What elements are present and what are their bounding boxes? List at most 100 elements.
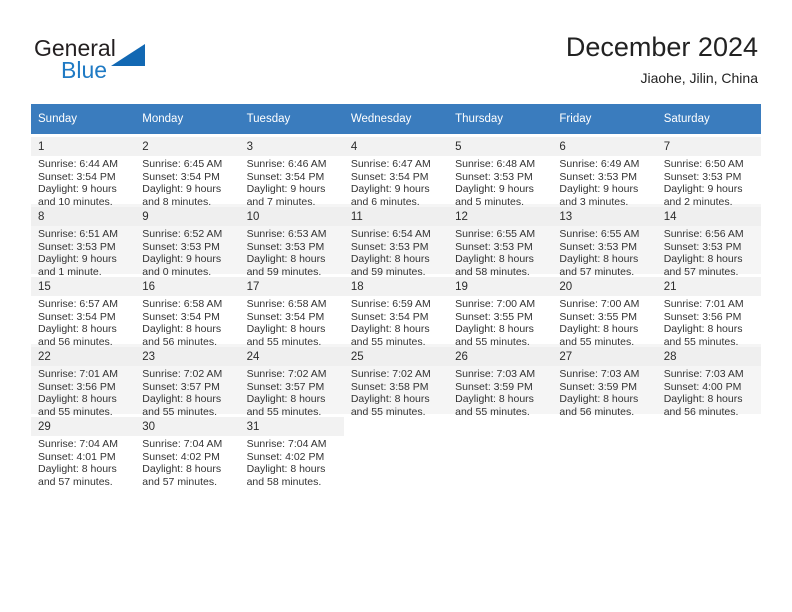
calendar-day-cell[interactable]: 13 Sunrise: 6:55 AM Sunset: 3:53 PM Dayligh… [552,204,657,278]
calendar-day-cell[interactable]: 26 Sunrise: 7:03 AM Sunset: 3:59 PM Dayligh… [448,344,553,418]
day-number: 22 [31,347,136,366]
calendar-day-cell[interactable]: 20 Sunrise: 7:00 AM Sunset: 3:55 PM Dayligh… [552,274,657,348]
day-number: 26 [448,347,553,366]
day-cell-content: 25 Sunrise: 7:02 AM Sunset: 3:58 PM Dayligh… [343,344,449,418]
day-daylight-text: and 58 minutes. [246,475,322,488]
day-cell-content: 9 Sunrise: 6:52 AM Sunset: 3:53 PM Daylight… [135,204,240,278]
day-sunrise-text: Sunrise: 6:48 AM [455,158,536,170]
calendar-day-cell[interactable]: 5 Sunrise: 6:48 AM Sunset: 3:53 PM Daylight… [448,134,553,208]
calendar-day-cell[interactable]: 1 Sunrise: 6:44 AM Sunset: 3:54 PM Daylight… [31,134,136,208]
calendar-day-cell[interactable]: 19 Sunrise: 7:00 AM Sunset: 3:55 PM Dayligh… [448,274,553,348]
day-number: 8 [31,207,136,226]
day-sunset-text: Sunset: 3:57 PM [142,380,220,393]
day-cell-content: 18 Sunrise: 6:59 AM Sunset: 3:54 PM Dayligh… [343,274,449,348]
day-cell-content: 28 Sunrise: 7:03 AM Sunset: 4:00 PM Dayligh… [656,344,761,418]
day-cell-content [448,414,552,484]
calendar-day-cell[interactable]: 31 Sunrise: 7:04 AM Sunset: 4:02 PM Dayligh… [239,414,344,488]
day-sunset-text: Sunset: 3:53 PM [38,240,116,253]
calendar-day-cell[interactable]: 29 Sunrise: 7:04 AM Sunset: 4:01 PM Dayligh… [31,414,136,488]
day-number: 3 [239,137,344,156]
day-daylight-text: Daylight: 9 hours [246,183,326,196]
calendar-day-cell[interactable]: 14 Sunrise: 6:56 AM Sunset: 3:53 PM Dayligh… [656,204,761,278]
day-sunrise-text: Sunrise: 7:03 AM [663,368,744,380]
calendar-day-cell[interactable]: 3 Sunrise: 6:46 AM Sunset: 3:54 PM Daylight… [239,134,344,208]
page-header: General Blue December 2024 Jiaohe, Jilin… [0,0,792,104]
calendar-day-cell[interactable]: 21 Sunrise: 7:01 AM Sunset: 3:56 PM Dayligh… [656,274,761,348]
day-number: 9 [135,207,240,226]
day-cell-content: 31 Sunrise: 7:04 AM Sunset: 4:02 PM Dayligh… [239,414,344,488]
calendar-week-row: 15 Sunrise: 6:57 AM Sunset: 3:54 PM Dayligh… [31,274,761,348]
day-sunrise-text: Sunrise: 7:02 AM [246,368,327,380]
day-sunrise-text: Sunrise: 6:44 AM [38,158,118,170]
day-sunset-text: Sunset: 3:53 PM [559,170,638,183]
day-daylight-text: Daylight: 8 hours [455,393,534,406]
day-daylight-text: Daylight: 8 hours [559,393,639,406]
day-number: 5 [448,137,553,156]
day-sunset-text: Sunset: 4:02 PM [142,450,220,463]
calendar-day-cell[interactable]: 28 Sunrise: 7:03 AM Sunset: 4:00 PM Dayligh… [656,344,761,418]
day-sunrise-text: Sunrise: 6:49 AM [559,158,640,170]
calendar-day-cell[interactable]: 30 Sunrise: 7:04 AM Sunset: 4:02 PM Dayligh… [135,414,240,488]
day-sunset-text: Sunset: 4:00 PM [663,380,742,393]
day-daylight-text: Daylight: 9 hours [38,183,117,196]
day-daylight-text: Daylight: 8 hours [663,323,743,336]
calendar-day-cell[interactable]: 16 Sunrise: 6:58 AM Sunset: 3:54 PM Dayligh… [135,274,240,348]
calendar-day-cell[interactable]: 7 Sunrise: 6:50 AM Sunset: 3:53 PM Daylight… [656,134,761,208]
calendar-day-cell[interactable]: 2 Sunrise: 6:45 AM Sunset: 3:54 PM Daylight… [135,134,240,208]
day-daylight-text: Daylight: 8 hours [246,463,326,476]
day-number: 24 [239,347,344,366]
weekday-header-monday: Monday [135,104,240,134]
day-sunset-text: Sunset: 3:53 PM [663,170,742,183]
calendar-day-cell[interactable]: 27 Sunrise: 7:03 AM Sunset: 3:59 PM Dayligh… [552,344,657,418]
day-sunset-text: Sunset: 3:54 PM [142,310,220,323]
day-cell-content: 17 Sunrise: 6:58 AM Sunset: 3:54 PM Dayligh… [239,274,344,348]
calendar-day-cell[interactable]: 24 Sunrise: 7:02 AM Sunset: 3:57 PM Dayligh… [239,344,344,418]
calendar-day-cell[interactable]: 25 Sunrise: 7:02 AM Sunset: 3:58 PM Dayligh… [343,344,449,418]
calendar-day-cell[interactable]: 23 Sunrise: 7:02 AM Sunset: 3:57 PM Dayligh… [135,344,240,418]
calendar-day-cell[interactable]: 4 Sunrise: 6:47 AM Sunset: 3:54 PM Daylight… [343,134,449,208]
day-daylight-text: Daylight: 9 hours [350,183,430,196]
day-cell-content: 7 Sunrise: 6:50 AM Sunset: 3:53 PM Daylight… [656,134,761,208]
calendar-day-cell[interactable]: 6 Sunrise: 6:49 AM Sunset: 3:53 PM Daylight… [552,134,657,208]
day-cell-content: 1 Sunrise: 6:44 AM Sunset: 3:54 PM Daylight… [31,134,136,208]
calendar-day-cell[interactable]: 9 Sunrise: 6:52 AM Sunset: 3:53 PM Daylight… [135,204,240,278]
day-cell-content: 30 Sunrise: 7:04 AM Sunset: 4:02 PM Dayligh… [135,414,240,488]
day-sunrise-text: Sunrise: 6:50 AM [663,158,744,170]
calendar-day-cell[interactable]: 11 Sunrise: 6:54 AM Sunset: 3:53 PM Dayligh… [343,204,449,278]
day-cell-content: 13 Sunrise: 6:55 AM Sunset: 3:53 PM Dayligh… [552,204,657,278]
day-daylight-text: Daylight: 8 hours [246,323,326,336]
calendar-day-cell[interactable]: 8 Sunrise: 6:51 AM Sunset: 3:53 PM Daylight… [31,204,136,278]
day-number: 16 [135,277,240,296]
day-number: 30 [135,417,240,436]
day-sunset-text: Sunset: 4:02 PM [246,450,325,463]
day-sunrise-text: Sunrise: 6:55 AM [559,228,640,240]
day-daylight-text: Daylight: 9 hours [455,183,534,196]
calendar-week-row: 22 Sunrise: 7:01 AM Sunset: 3:56 PM Dayligh… [31,344,761,418]
calendar-day-cell[interactable]: 17 Sunrise: 6:58 AM Sunset: 3:54 PM Dayligh… [239,274,344,348]
calendar-day-cell[interactable]: 18 Sunrise: 6:59 AM Sunset: 3:54 PM Dayligh… [343,274,449,348]
calendar-day-cell[interactable]: 10 Sunrise: 6:53 AM Sunset: 3:53 PM Dayligh… [239,204,344,278]
calendar-week-row: 1 Sunrise: 6:44 AM Sunset: 3:54 PM Daylight… [31,134,761,208]
calendar-day-cell[interactable]: 22 Sunrise: 7:01 AM Sunset: 3:56 PM Dayligh… [31,344,136,418]
day-sunset-text: Sunset: 3:59 PM [559,380,638,393]
day-cell-content: 29 Sunrise: 7:04 AM Sunset: 4:01 PM Dayligh… [31,414,136,488]
day-sunset-text: Sunset: 3:55 PM [559,310,638,323]
day-number: 7 [656,137,761,156]
day-sunrise-text: Sunrise: 6:56 AM [663,228,744,240]
brand-logo[interactable]: General Blue [34,36,214,88]
day-cell-content: 19 Sunrise: 7:00 AM Sunset: 3:55 PM Dayligh… [448,274,553,348]
day-sunrise-text: Sunrise: 6:57 AM [38,298,118,310]
day-daylight-text: Daylight: 8 hours [455,253,534,266]
day-sunset-text: Sunset: 3:53 PM [350,240,429,253]
day-number: 4 [343,137,449,156]
day-daylight-text: Daylight: 9 hours [142,253,222,266]
day-sunrise-text: Sunrise: 6:55 AM [455,228,536,240]
day-sunset-text: Sunset: 3:54 PM [38,310,116,323]
calendar-week-row: 8 Sunrise: 6:51 AM Sunset: 3:53 PM Daylight… [31,204,761,278]
calendar-day-cell[interactable]: 12 Sunrise: 6:55 AM Sunset: 3:53 PM Dayligh… [448,204,553,278]
calendar-empty-cell [552,414,657,484]
day-sunset-text: Sunset: 3:53 PM [663,240,742,253]
day-sunset-text: Sunset: 3:59 PM [455,380,533,393]
calendar-empty-cell [656,414,761,484]
calendar-day-cell[interactable]: 15 Sunrise: 6:57 AM Sunset: 3:54 PM Dayligh… [31,274,136,348]
